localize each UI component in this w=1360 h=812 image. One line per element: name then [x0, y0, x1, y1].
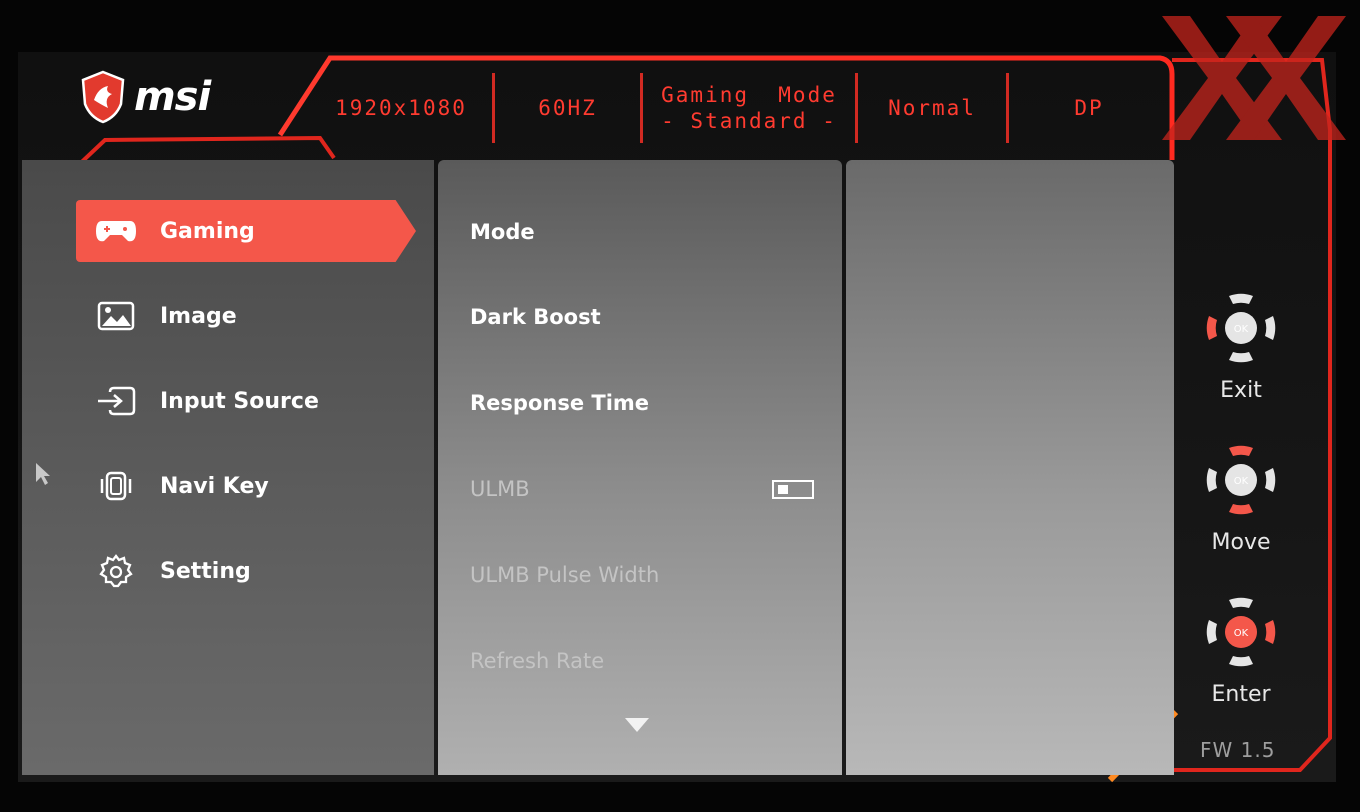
submenu-item-ulmb[interactable]: ULMB — [470, 477, 530, 501]
submenu-panel — [438, 160, 842, 775]
navi-hint-move: OK Move — [1196, 438, 1286, 555]
status-bar: 1920x1080 60HZ Gaming Mode - Standard - … — [310, 62, 1172, 154]
pointer-cursor-icon — [36, 463, 50, 485]
menu-item-label: Image — [160, 303, 237, 329]
navi-hint-label: Move — [1211, 530, 1271, 555]
scroll-down-icon[interactable] — [625, 718, 649, 732]
menu-item-gaming[interactable]: Gaming — [76, 200, 416, 262]
navi-updown-icon: OK — [1206, 445, 1276, 515]
submenu-item-ulmb-pulse-width[interactable]: ULMB Pulse Width — [470, 563, 659, 587]
menu-item-label: Navi Key — [160, 473, 269, 499]
msi-logo: msi — [80, 70, 211, 124]
menu-item-image[interactable]: Image — [76, 285, 416, 347]
navi-hint-exit: OK Exit — [1196, 286, 1286, 403]
menu-item-navi-key[interactable]: Navi Key — [76, 455, 416, 517]
navi-hint-label: Enter — [1211, 682, 1271, 707]
input-source-icon — [92, 383, 140, 419]
menu-item-label: Input Source — [160, 388, 319, 414]
msi-shield-icon — [81, 70, 125, 124]
firmware-version: FW 1.5 — [1200, 738, 1276, 762]
menu-item-label: Setting — [160, 558, 251, 584]
submenu-item-dark-boost[interactable]: Dark Boost — [470, 305, 601, 329]
status-refresh: 60HZ — [538, 96, 597, 120]
navi-hint-label: Exit — [1220, 378, 1262, 403]
submenu-item-refresh-rate[interactable]: Refresh Rate — [470, 649, 604, 673]
status-input: DP — [1074, 96, 1104, 120]
value-panel — [846, 160, 1174, 775]
logo-text: msi — [134, 74, 211, 120]
menu-item-label: Gaming — [160, 218, 255, 244]
menu-item-input-source[interactable]: Input Source — [76, 370, 416, 432]
status-picture: Normal — [888, 96, 976, 120]
submenu-item-mode[interactable]: Mode — [470, 220, 535, 244]
navi-ok-icon: OK — [1206, 597, 1276, 667]
watermark-logo — [1162, 16, 1346, 140]
navi-key-icon — [92, 468, 140, 504]
svg-text:OK: OK — [1234, 628, 1249, 639]
svg-text:OK: OK — [1234, 324, 1249, 335]
submenu-item-response-time[interactable]: Response Time — [470, 391, 649, 415]
gear-icon — [92, 553, 140, 589]
navi-hint-enter: OK Enter — [1196, 590, 1286, 707]
toggle-knob — [778, 485, 788, 494]
menu-item-setting[interactable]: Setting — [76, 540, 416, 602]
ulmb-toggle[interactable] — [772, 480, 814, 499]
status-mode-line1: Gaming Mode — [661, 83, 837, 107]
status-mode: Gaming Mode - Standard - — [643, 73, 855, 143]
image-icon — [92, 298, 140, 334]
svg-text:OK: OK — [1234, 476, 1249, 487]
navi-left-icon: OK — [1206, 293, 1276, 363]
status-mode-line2: - Standard - — [661, 109, 837, 133]
status-resolution: 1920x1080 — [335, 96, 467, 120]
gamepad-icon — [92, 213, 140, 249]
